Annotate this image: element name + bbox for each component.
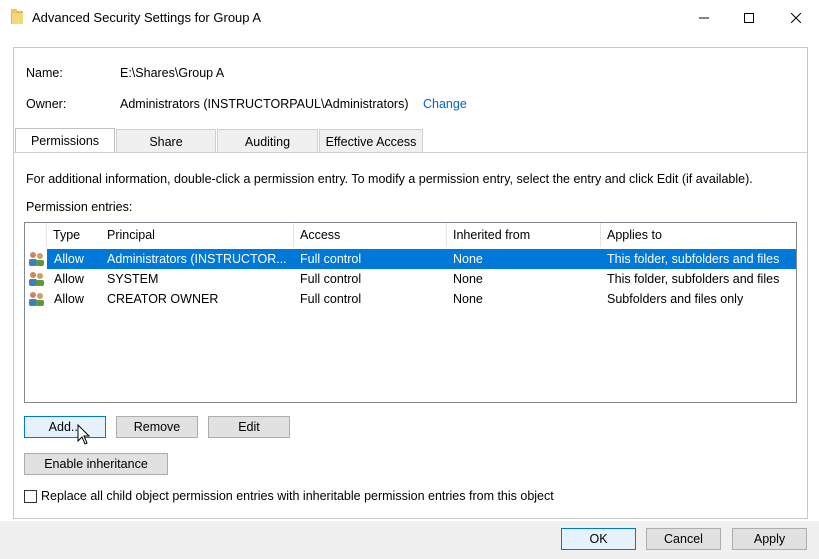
ok-button[interactable]: OK <box>561 528 636 550</box>
cell-applies-to: This folder, subfolders and files <box>607 252 780 266</box>
name-label: Name: <box>26 66 63 80</box>
cancel-button[interactable]: Cancel <box>646 528 721 550</box>
cell-type: Allow <box>54 252 84 266</box>
close-button[interactable] <box>773 0 819 36</box>
window-title: Advanced Security Settings for Group A <box>32 10 262 25</box>
cell-type: Allow <box>54 272 84 286</box>
table-row[interactable]: Allow Administrators (INSTRUCTOR... Full… <box>47 249 796 269</box>
minimize-icon <box>699 17 709 19</box>
permissions-info-text: For additional information, double-click… <box>26 172 753 186</box>
folder-icon <box>11 9 24 25</box>
tab-effective-access[interactable]: Effective Access <box>319 129 423 153</box>
column-header-access[interactable]: Access <box>294 223 447 247</box>
tab-divider <box>14 152 807 153</box>
mouse-cursor-icon <box>77 423 91 446</box>
table-row[interactable]: Allow CREATOR OWNER Full control None Su… <box>47 289 796 309</box>
cell-inherited-from: None <box>453 292 483 306</box>
cell-type: Allow <box>54 292 84 306</box>
edit-button[interactable]: Edit <box>208 416 290 438</box>
remove-button[interactable]: Remove <box>116 416 198 438</box>
column-header-applies-to[interactable]: Applies to <box>601 223 796 247</box>
cell-applies-to: Subfolders and files only <box>607 292 744 306</box>
replace-child-entries-label[interactable]: Replace all child object permission entr… <box>41 489 554 503</box>
apply-button[interactable]: Apply <box>732 528 807 550</box>
cell-principal: CREATOR OWNER <box>107 292 219 306</box>
cell-inherited-from: None <box>453 252 483 266</box>
cell-access: Full control <box>300 272 362 286</box>
owner-label: Owner: <box>26 97 67 111</box>
cell-principal: SYSTEM <box>107 272 159 286</box>
cell-applies-to: This folder, subfolders and files <box>607 272 780 286</box>
users-icon <box>28 271 45 287</box>
maximize-button[interactable] <box>726 0 772 36</box>
tab-auditing[interactable]: Auditing <box>217 129 318 153</box>
close-icon <box>791 13 801 23</box>
tab-permissions[interactable]: Permissions <box>15 128 115 153</box>
name-value: E:\Shares\Group A <box>120 66 225 80</box>
cell-access: Full control <box>300 292 362 306</box>
table-row[interactable]: Allow SYSTEM Full control None This fold… <box>47 269 796 289</box>
users-icon <box>28 251 45 267</box>
column-header-principal[interactable]: Principal <box>101 223 294 247</box>
maximize-icon <box>744 13 754 23</box>
cell-access: Full control <box>300 252 362 266</box>
permission-entries-label: Permission entries: <box>26 200 133 214</box>
users-icon <box>28 291 45 307</box>
title-bar[interactable]: Advanced Security Settings for Group A <box>0 0 819 36</box>
enable-inheritance-button[interactable]: Enable inheritance <box>24 453 168 475</box>
cell-principal: Administrators (INSTRUCTOR... <box>107 252 287 266</box>
replace-child-entries-checkbox[interactable] <box>24 490 37 503</box>
permission-entries-list[interactable]: Type Principal Access Inherited from App… <box>24 222 797 403</box>
add-button[interactable]: Add... <box>24 416 106 438</box>
change-owner-link[interactable]: Change <box>423 97 467 111</box>
column-header-icon <box>25 223 47 247</box>
column-header-inherited-from[interactable]: Inherited from <box>447 223 601 247</box>
cell-inherited-from: None <box>453 272 483 286</box>
minimize-button[interactable] <box>681 0 727 36</box>
owner-value: Administrators (INSTRUCTORPAUL\Administr… <box>120 97 409 111</box>
tab-share[interactable]: Share <box>116 129 216 153</box>
